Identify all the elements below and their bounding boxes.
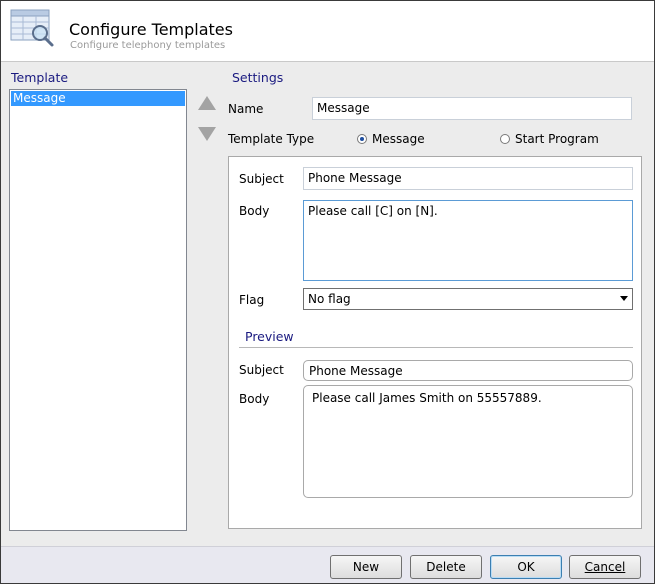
move-up-arrow-icon[interactable] [197,94,217,112]
template-section-label: Template [11,70,69,85]
template-list[interactable]: Message [9,89,187,531]
radio-start-program[interactable]: Start Program [500,132,599,146]
preview-body-value: Please call James Smith on 55557889. [303,385,633,498]
dialog-title: Configure Templates [69,20,233,39]
preview-body-label: Body [239,392,270,406]
radio-message[interactable]: Message [357,132,425,146]
preview-divider [239,347,633,348]
ok-button[interactable]: OK [490,555,562,579]
template-table-icon [10,9,54,47]
template-type-label: Template Type [228,132,315,146]
list-item[interactable]: Message [11,91,185,106]
delete-button[interactable]: Delete [410,555,482,579]
radio-selected-icon [357,134,367,144]
subject-label: Subject [239,172,284,186]
radio-unselected-icon [500,134,510,144]
radio-message-label: Message [372,132,425,146]
name-label: Name [228,102,264,116]
cancel-button[interactable]: Cancel [569,555,641,579]
dialog-footer: New Delete OK Cancel [1,546,654,583]
dialog-content: Template Message Settings Name Message T… [1,62,654,546]
flag-label: Flag [239,293,265,307]
preview-section-label: Preview [245,329,294,344]
preview-subject-value: Phone Message [303,360,633,381]
body-label: Body [239,204,270,218]
radio-start-program-label: Start Program [515,132,599,146]
preview-subject-label: Subject [239,363,284,377]
move-down-arrow-icon[interactable] [197,125,217,143]
dialog-header: Configure Templates Configure telephony … [1,1,654,62]
cancel-button-label: Cancel [584,560,626,574]
flag-selected-value: No flag [308,292,351,306]
subject-input[interactable]: Phone Message [303,167,633,190]
body-textarea[interactable]: Please call [C] on [N]. [303,200,633,281]
settings-section-label: Settings [232,70,284,85]
chevron-down-icon [620,296,628,301]
dialog-subtitle: Configure telephony templates [70,40,226,51]
name-input[interactable]: Message [312,97,632,120]
flag-select[interactable]: No flag [303,288,633,310]
new-button[interactable]: New [330,555,402,579]
configure-templates-dialog: Configure Templates Configure telephony … [0,0,655,584]
